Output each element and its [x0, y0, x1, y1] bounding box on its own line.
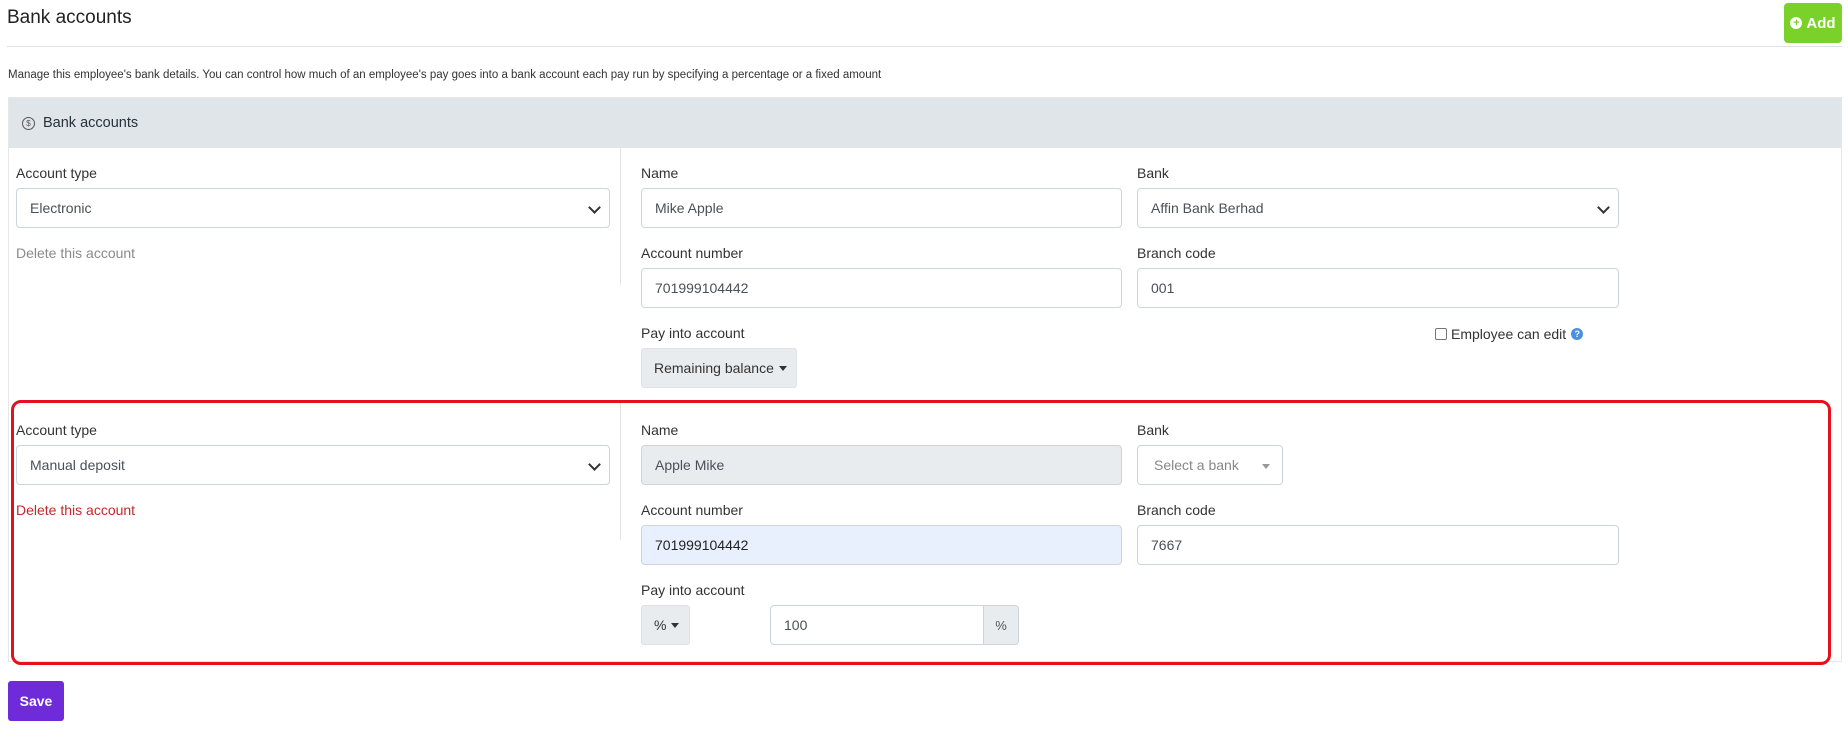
employee-can-edit: Employee can edit ? — [1435, 326, 1584, 342]
dollar-circle-icon: $ — [22, 116, 35, 130]
delete-account-link[interactable]: Delete this account — [16, 245, 135, 261]
add-button[interactable]: + Add — [1784, 3, 1842, 43]
caret-down-icon — [778, 365, 787, 371]
bank-accounts-page: Bank accounts + Add Manage this employee… — [0, 0, 1848, 745]
branch-code-label: Branch code — [1137, 245, 1216, 261]
pay-into-value: Remaining balance — [654, 360, 774, 376]
bank-label: Bank — [1137, 165, 1169, 181]
employee-can-edit-label: Employee can edit — [1451, 326, 1567, 342]
account-number-input[interactable]: 701999104442 — [641, 268, 1122, 308]
account-type-label: Account type — [16, 165, 97, 181]
account-number-value: 701999104442 — [655, 280, 749, 296]
highlight-outline — [11, 400, 1831, 665]
employee-can-edit-checkbox[interactable] — [1435, 328, 1447, 340]
chevron-down-icon — [588, 201, 601, 214]
column-divider — [620, 148, 621, 285]
page-title: Bank accounts — [7, 7, 132, 28]
name-value: Mike Apple — [655, 200, 724, 216]
branch-code-input[interactable]: 001 — [1137, 268, 1619, 308]
pay-into-label: Pay into account — [641, 325, 745, 341]
question-circle-icon[interactable]: ? — [1571, 328, 1584, 340]
panel-header: $ Bank accounts — [9, 98, 1841, 148]
branch-code-value: 001 — [1151, 280, 1175, 296]
bank-value: Affin Bank Berhad — [1151, 200, 1264, 216]
chevron-down-icon — [1597, 201, 1610, 214]
page-description: Manage this employee's bank details. You… — [8, 69, 882, 81]
save-button[interactable]: Save — [8, 681, 64, 721]
account-type-select[interactable]: Electronic — [16, 188, 610, 228]
account-number-label: Account number — [641, 245, 743, 261]
pay-into-dropdown[interactable]: Remaining balance — [641, 348, 797, 388]
bank-select[interactable]: Affin Bank Berhad — [1137, 188, 1619, 228]
add-button-label: Add — [1806, 14, 1836, 32]
plus-circle-icon: + — [1790, 17, 1803, 29]
name-label: Name — [641, 165, 679, 181]
title-divider — [7, 46, 1842, 47]
account-type-value: Electronic — [30, 200, 92, 216]
name-input[interactable]: Mike Apple — [641, 188, 1122, 228]
panel-header-title: Bank accounts — [43, 115, 139, 131]
